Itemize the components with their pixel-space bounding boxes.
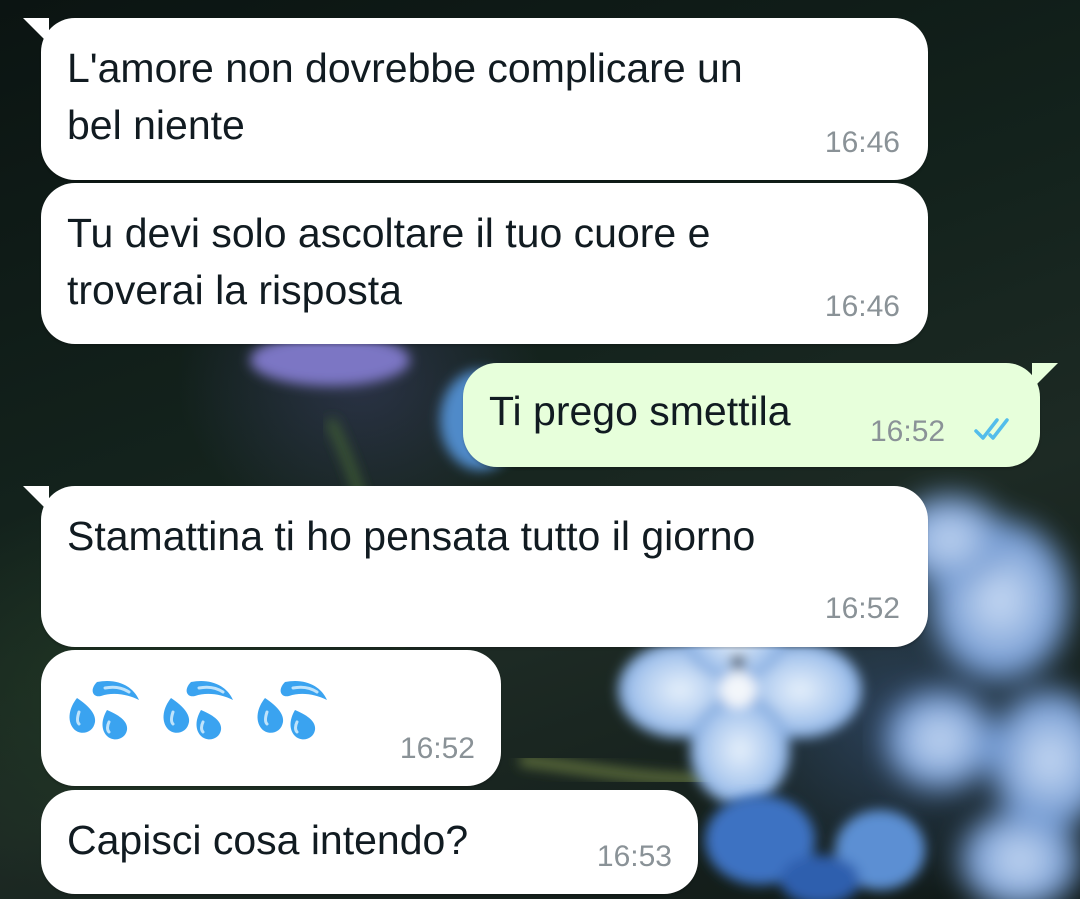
bubble-tail [1032, 363, 1058, 389]
message-text: Capisci cosa intendo? [67, 817, 469, 863]
emoji-row [67, 678, 341, 746]
sweat-droplets-icon [69, 680, 139, 740]
message-timestamp: 16:53 [596, 840, 672, 873]
incoming-message[interactable]: L'amore non dovrebbe complicare un bel n… [23, 18, 928, 180]
message-timestamp: 16:52 [870, 415, 946, 448]
message-text: L'amore non dovrebbe complicare un bel n… [67, 45, 743, 148]
bubble-tail [23, 18, 49, 44]
incoming-message[interactable]: Stamattina ti ho pensata tutto il giorno… [23, 486, 928, 647]
incoming-message[interactable]: 16:52 [41, 650, 501, 786]
message-timestamp: 16:52 [399, 732, 475, 765]
message-text: Stamattina ti ho pensata tutto il giorno [67, 513, 756, 559]
outgoing-message[interactable]: Ti prego smettila 16:52 [463, 363, 1058, 467]
message-timestamp: 16:52 [824, 592, 900, 625]
bubble-tail [23, 486, 49, 512]
message-timestamp: 16:46 [824, 290, 900, 323]
incoming-message[interactable]: Capisci cosa intendo? 16:53 [41, 790, 698, 894]
message-timestamp: 16:46 [824, 126, 900, 159]
incoming-message[interactable]: Tu devi solo ascoltare il tuo cuore e tr… [41, 183, 928, 344]
sweat-droplets-icon [257, 680, 327, 740]
message-text: Ti prego smettila [489, 388, 791, 434]
message-text: Tu devi solo ascoltare il tuo cuore e tr… [67, 210, 711, 313]
sweat-droplets-icon [163, 680, 233, 740]
double-check-read-icon [974, 418, 1009, 440]
